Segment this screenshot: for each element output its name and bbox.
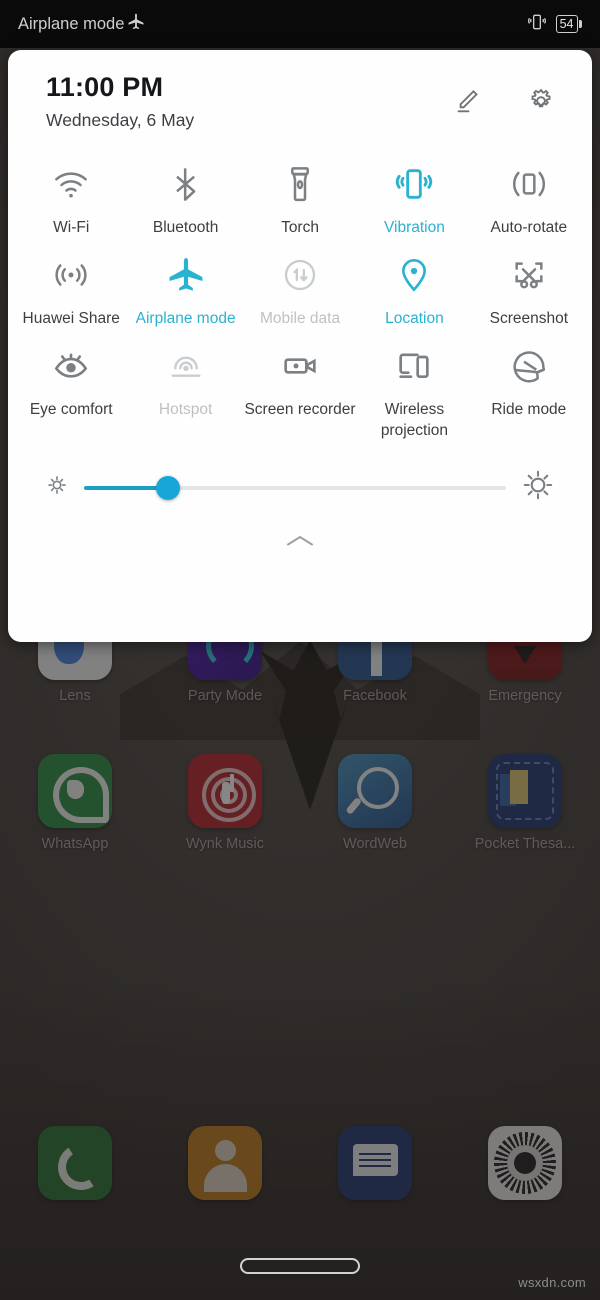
status-bar-right: 54 [527, 12, 582, 37]
auto-rotate-icon [472, 161, 586, 207]
tile-auto-rotate[interactable]: Auto-rotate [472, 147, 586, 238]
tile-bluetooth[interactable]: Bluetooth [128, 147, 242, 238]
tile-wireless-projection[interactable]: Wireless projection [357, 329, 471, 441]
battery-level-text: 54 [555, 15, 578, 33]
collapse-row [14, 508, 586, 559]
tile-hotspot[interactable]: Hotspot [128, 329, 242, 441]
pencil-edit-icon[interactable] [450, 84, 484, 118]
tile-eye-comfort[interactable]: Eye comfort [14, 329, 128, 441]
status-bar-text: Airplane mode [18, 14, 125, 33]
tile-airplane-mode[interactable]: Airplane mode [128, 238, 242, 329]
tile-label: Auto-rotate [490, 219, 568, 236]
tile-label: Wi-Fi [53, 219, 90, 236]
tile-screen-recorder[interactable]: Screen recorder [243, 329, 357, 441]
phone-screen: Lens Party Mode Facebook Emergency Whats… [0, 0, 600, 1300]
brightness-row [14, 441, 586, 508]
tile-label: Ride mode [491, 401, 567, 418]
brightness-low-icon[interactable] [44, 472, 70, 503]
location-pin-icon [357, 252, 471, 298]
torch-icon [243, 161, 357, 207]
battery-indicator: 54 [555, 15, 582, 33]
mobile-data-icon [243, 252, 357, 298]
tile-label: Screen recorder [244, 401, 356, 418]
vibrate-icon [527, 12, 547, 37]
home-indicator[interactable] [240, 1258, 360, 1274]
slider-thumb[interactable] [156, 475, 181, 500]
tile-location[interactable]: Location [357, 238, 471, 329]
quick-settings-tiles: Wi-Fi Bluetooth Torch Vibration Auto-rot… [8, 131, 592, 559]
quick-settings-header: 11:00 PM Wednesday, 6 May [8, 50, 592, 131]
tile-label: Huawei Share [22, 310, 120, 327]
huawei-share-icon [14, 252, 128, 298]
tile-vibration[interactable]: Vibration [357, 147, 471, 238]
tile-label: Location [385, 310, 444, 327]
airplane-icon [128, 252, 242, 298]
brightness-high-icon[interactable] [520, 467, 556, 508]
brightness-slider[interactable] [84, 475, 506, 500]
wifi-icon [14, 161, 128, 207]
battery-tip [579, 20, 582, 28]
tile-screenshot[interactable]: Screenshot [472, 238, 586, 329]
tile-label: Eye comfort [29, 401, 113, 418]
tile-row-1: Wi-Fi Bluetooth Torch Vibration Auto-rot… [14, 147, 586, 238]
tile-label: Hotspot [158, 401, 213, 418]
tile-label: Vibration [383, 219, 445, 236]
tile-ride-mode[interactable]: Ride mode [472, 329, 586, 441]
tile-label: Torch [281, 219, 319, 236]
tile-row-2: Huawei Share Airplane mode Mobile data L… [14, 238, 586, 329]
chevron-up-icon[interactable] [261, 528, 339, 559]
status-bar: Airplane mode 54 [0, 0, 600, 48]
clock-date: Wednesday, 6 May [46, 110, 195, 130]
clock-block: 11:00 PM Wednesday, 6 May [46, 72, 194, 131]
header-actions [450, 72, 566, 118]
clock-time: 11:00 PM [46, 72, 164, 102]
screen-recorder-icon [243, 343, 357, 389]
eye-comfort-icon [14, 343, 128, 389]
bluetooth-icon [128, 161, 242, 207]
tile-label: Bluetooth [152, 219, 219, 236]
tile-wifi[interactable]: Wi-Fi [14, 147, 128, 238]
tile-label: Airplane mode [135, 310, 236, 327]
tile-torch[interactable]: Torch [243, 147, 357, 238]
tile-label: Screenshot [489, 310, 569, 327]
status-bar-left: Airplane mode [18, 12, 146, 37]
airplane-icon [126, 12, 146, 37]
hotspot-icon [128, 343, 242, 389]
vibrate-icon [357, 161, 471, 207]
gear-icon[interactable] [524, 84, 558, 118]
tile-label: Wireless projection [380, 401, 449, 439]
tile-mobile-data[interactable]: Mobile data [243, 238, 357, 329]
screenshot-scissors-icon [472, 252, 586, 298]
tile-label: Mobile data [259, 310, 341, 327]
helmet-icon [472, 343, 586, 389]
tile-row-3: Eye comfort Hotspot Screen recorder Wire… [14, 329, 586, 441]
tile-huawei-share[interactable]: Huawei Share [14, 238, 128, 329]
wireless-projection-icon [357, 343, 471, 389]
site-watermark: wsxdn.com [518, 1275, 586, 1290]
quick-settings-panel: 11:00 PM Wednesday, 6 May Wi-Fi Bluetoot… [8, 50, 592, 642]
